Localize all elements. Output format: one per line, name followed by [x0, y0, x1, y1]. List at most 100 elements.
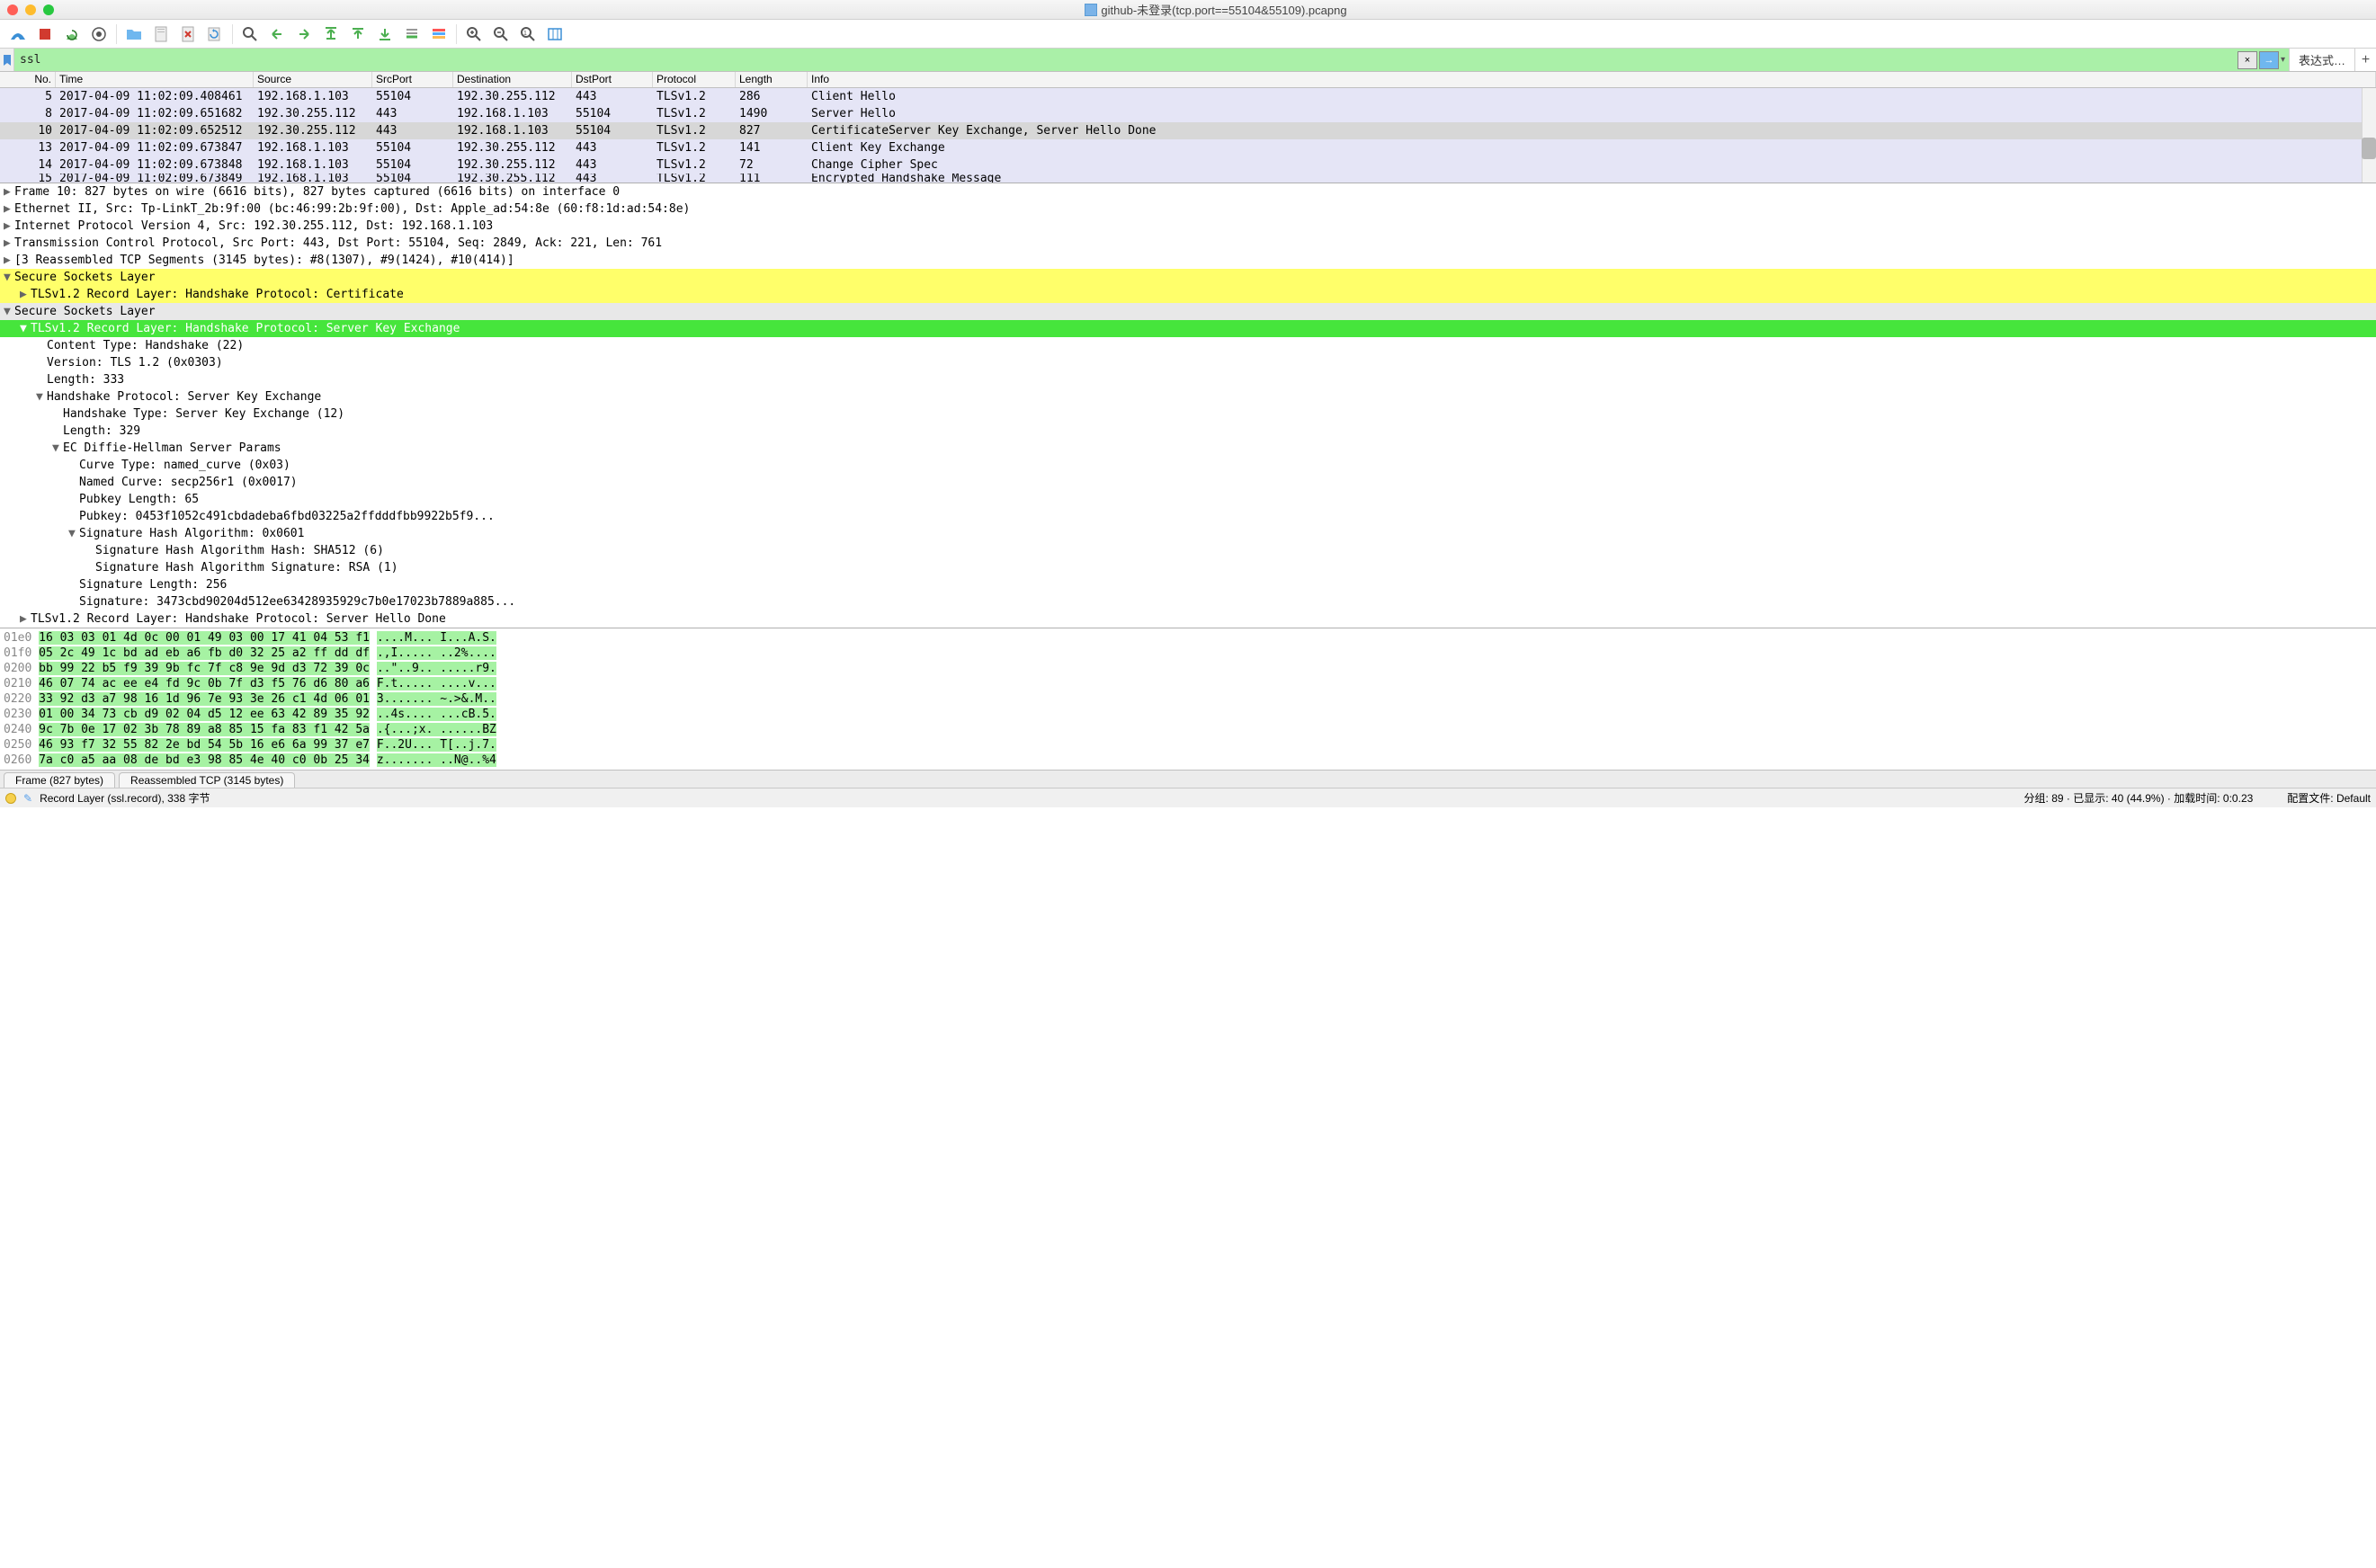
tree-record-ske[interactable]: TLSv1.2 Record Layer: Handshake Protocol… — [31, 322, 460, 335]
tree-length[interactable]: Length: 333 — [47, 373, 124, 387]
col-src[interactable]: Source — [254, 72, 372, 87]
tree-version[interactable]: Version: TLS 1.2 (0x0303) — [47, 356, 223, 370]
window-title: github-未登录(tcp.port==55104&55109).pcapng — [1101, 1, 1346, 18]
minimize-window-button[interactable] — [25, 4, 36, 15]
tree-sig-hash[interactable]: Signature Hash Algorithm Hash: SHA512 (6… — [95, 544, 384, 557]
resize-columns-button[interactable] — [542, 22, 567, 46]
col-time[interactable]: Time — [56, 72, 254, 87]
hex-row[interactable]: 0220 33 92 d3 a7 98 16 1d 96 7e 93 3e 26… — [4, 691, 2372, 707]
add-filter-button[interactable]: + — [2354, 49, 2376, 71]
tree-named-curve[interactable]: Named Curve: secp256r1 (0x0017) — [79, 476, 298, 489]
tree-eth[interactable]: Ethernet II, Src: Tp-LinkT_2b:9f:00 (bc:… — [14, 202, 690, 216]
tree-sig-sig[interactable]: Signature Hash Algorithm Signature: RSA … — [95, 561, 398, 575]
packet-list-scrollbar[interactable] — [2362, 88, 2376, 183]
tree-sig-len[interactable]: Signature Length: 256 — [79, 578, 227, 592]
tree-hs-proto[interactable]: Handshake Protocol: Server Key Exchange — [47, 390, 321, 404]
status-field: Record Layer (ssl.record), 338 字节 — [40, 790, 210, 806]
packet-list-header: No. Time Source SrcPort Destination DstP… — [0, 72, 2376, 88]
stop-capture-button[interactable] — [32, 22, 58, 46]
tree-record-cert[interactable]: TLSv1.2 Record Layer: Handshake Protocol… — [31, 288, 404, 301]
go-last-packet-button[interactable] — [372, 22, 397, 46]
packet-row[interactable]: 152017-04-09 11:02:09.673849192.168.1.10… — [0, 174, 2376, 183]
col-proto[interactable]: Protocol — [653, 72, 736, 87]
tree-pubkey-len[interactable]: Pubkey Length: 65 — [79, 493, 199, 506]
zoom-out-button[interactable] — [488, 22, 514, 46]
tree-sig-alg[interactable]: Signature Hash Algorithm: 0x0601 — [79, 527, 304, 540]
tab-reassembled[interactable]: Reassembled TCP (3145 bytes) — [119, 772, 295, 788]
zoom-in-button[interactable] — [461, 22, 487, 46]
auto-scroll-button[interactable] — [399, 22, 424, 46]
clear-filter-button[interactable]: × — [2238, 51, 2257, 69]
go-first-packet-button[interactable] — [345, 22, 371, 46]
go-back-button[interactable] — [264, 22, 290, 46]
hex-row[interactable]: 0230 01 00 34 73 cb d9 02 04 d5 12 ee 63… — [4, 707, 2372, 722]
hex-row[interactable]: 01e0 16 03 03 01 4d 0c 00 01 49 03 00 17… — [4, 630, 2372, 646]
edit-icon[interactable]: ✎ — [23, 792, 32, 805]
col-dst[interactable]: Destination — [453, 72, 572, 87]
col-no[interactable]: No. — [0, 72, 56, 87]
apply-filter-button[interactable]: → — [2259, 51, 2279, 69]
save-file-button[interactable] — [148, 22, 174, 46]
reload-file-button[interactable] — [202, 22, 228, 46]
display-filter-input[interactable] — [14, 49, 2234, 71]
status-packets: 分组: 89 · 已显示: 40 (44.9%) · 加载时间: 0:0.23 — [2024, 790, 2254, 806]
tree-content-type[interactable]: Content Type: Handshake (22) — [47, 339, 244, 352]
zoom-reset-button[interactable]: 1 — [515, 22, 540, 46]
hex-row[interactable]: 01f0 05 2c 49 1c bd ad eb a6 fb d0 32 25… — [4, 646, 2372, 661]
packet-row[interactable]: 52017-04-09 11:02:09.408461192.168.1.103… — [0, 88, 2376, 105]
tree-ip[interactable]: Internet Protocol Version 4, Src: 192.30… — [14, 219, 493, 233]
tree-ecdh[interactable]: EC Diffie-Hellman Server Params — [63, 441, 281, 455]
tree-reasm[interactable]: [3 Reassembled TCP Segments (3145 bytes)… — [14, 254, 514, 267]
packet-row[interactable]: 142017-04-09 11:02:09.673848192.168.1.10… — [0, 156, 2376, 174]
tree-record-done[interactable]: TLSv1.2 Record Layer: Handshake Protocol… — [31, 612, 446, 626]
tree-signature[interactable]: Signature: 3473cbd90204d512ee63428935929… — [79, 595, 515, 609]
close-window-button[interactable] — [7, 4, 18, 15]
tree-ssl1[interactable]: Secure Sockets Layer — [14, 271, 156, 284]
svg-text:1: 1 — [523, 31, 527, 37]
expression-button[interactable]: 表达式… — [2289, 49, 2354, 71]
packet-details-tree[interactable]: ▶Frame 10: 827 bytes on wire (6616 bits)… — [0, 183, 2376, 628]
status-bar: ✎ Record Layer (ssl.record), 338 字节 分组: … — [0, 788, 2376, 807]
jump-to-packet-button[interactable] — [318, 22, 344, 46]
hex-row[interactable]: 0250 46 93 f7 32 55 82 2e bd 54 5b 16 e6… — [4, 737, 2372, 753]
expert-info-icon[interactable] — [5, 793, 16, 804]
tree-tcp[interactable]: Transmission Control Protocol, Src Port:… — [14, 236, 662, 250]
col-dstport[interactable]: DstPort — [572, 72, 653, 87]
document-icon — [1085, 4, 1097, 16]
tree-frame[interactable]: Frame 10: 827 bytes on wire (6616 bits),… — [14, 185, 620, 199]
bytes-tabs: Frame (827 bytes) Reassembled TCP (3145 … — [0, 770, 2376, 788]
colorize-button[interactable] — [426, 22, 451, 46]
packet-bytes-pane[interactable]: 01e0 16 03 03 01 4d 0c 00 01 49 03 00 17… — [0, 628, 2376, 770]
hex-row[interactable]: 0260 7a c0 a5 aa 08 de bd e3 98 85 4e 40… — [4, 753, 2372, 768]
tree-curve-type[interactable]: Curve Type: named_curve (0x03) — [79, 459, 290, 472]
bookmark-icon[interactable] — [0, 49, 14, 71]
find-packet-button[interactable] — [237, 22, 263, 46]
hex-row[interactable]: 0210 46 07 74 ac ee e4 fd 9c 0b 7f d3 f5… — [4, 676, 2372, 691]
packet-row[interactable]: 102017-04-09 11:02:09.652512192.30.255.1… — [0, 122, 2376, 139]
titlebar: github-未登录(tcp.port==55104&55109).pcapng — [0, 0, 2376, 20]
dropdown-icon[interactable]: ▾ — [2281, 55, 2285, 65]
col-info[interactable]: Info — [808, 72, 2376, 87]
display-filter-bar: × → ▾ 表达式… + — [0, 49, 2376, 72]
packet-row[interactable]: 132017-04-09 11:02:09.673847192.168.1.10… — [0, 139, 2376, 156]
hex-row[interactable]: 0240 9c 7b 0e 17 02 3b 78 89 a8 85 15 fa… — [4, 722, 2372, 737]
tree-hs-len[interactable]: Length: 329 — [63, 424, 140, 438]
zoom-window-button[interactable] — [43, 4, 54, 15]
tab-frame[interactable]: Frame (827 bytes) — [4, 772, 115, 788]
close-file-button[interactable] — [175, 22, 201, 46]
packet-list[interactable]: 52017-04-09 11:02:09.408461192.168.1.103… — [0, 88, 2376, 183]
main-toolbar: 1 — [0, 20, 2376, 49]
hex-row[interactable]: 0200 bb 99 22 b5 f9 39 9b fc 7f c8 9e 9d… — [4, 661, 2372, 676]
col-srcport[interactable]: SrcPort — [372, 72, 453, 87]
tree-ssl2[interactable]: Secure Sockets Layer — [14, 305, 156, 318]
shark-fin-icon[interactable] — [5, 22, 31, 46]
tree-pubkey[interactable]: Pubkey: 0453f1052c491cbdadeba6fbd03225a2… — [79, 510, 495, 523]
restart-capture-button[interactable] — [59, 22, 85, 46]
packet-row[interactable]: 82017-04-09 11:02:09.651682192.30.255.11… — [0, 105, 2376, 122]
col-len[interactable]: Length — [736, 72, 808, 87]
go-forward-button[interactable] — [291, 22, 317, 46]
status-profile[interactable]: 配置文件: Default — [2287, 790, 2371, 806]
capture-options-button[interactable] — [86, 22, 112, 46]
tree-hs-type[interactable]: Handshake Type: Server Key Exchange (12) — [63, 407, 344, 421]
open-file-button[interactable] — [121, 22, 147, 46]
